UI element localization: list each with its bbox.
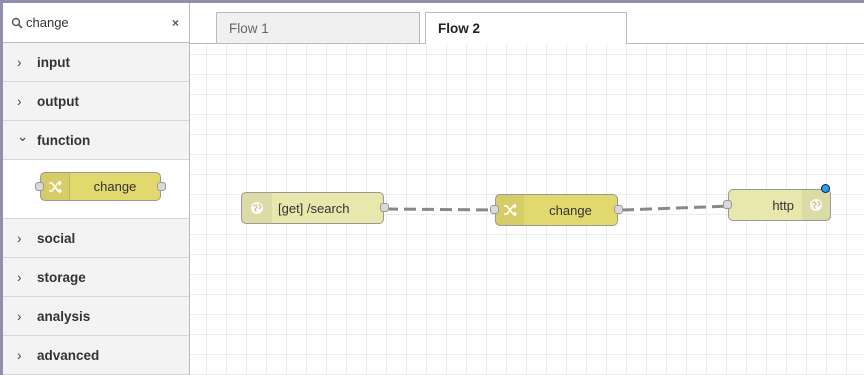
input-port — [35, 181, 44, 191]
category-label: advanced — [37, 347, 100, 363]
globe-icon — [802, 190, 830, 220]
palette-node-change[interactable]: change — [35, 172, 166, 201]
category-label: storage — [37, 269, 86, 285]
chevron-right-icon: › — [17, 93, 22, 109]
category-input[interactable]: › input — [3, 43, 189, 82]
category-label: function — [37, 132, 91, 148]
palette-search: × — [3, 3, 189, 43]
output-port[interactable] — [380, 203, 389, 212]
clear-search-icon[interactable]: × — [172, 16, 179, 30]
chevron-right-icon: › — [17, 269, 22, 285]
palette-sidebar: × › input › output ⌄ function change — [3, 3, 190, 375]
node-label: change — [549, 202, 592, 218]
chevron-down-icon: ⌄ — [17, 129, 29, 144]
category-social[interactable]: › social — [3, 219, 189, 258]
wire[interactable] — [621, 204, 733, 212]
chevron-right-icon: › — [17, 54, 22, 70]
node-label: change — [93, 179, 137, 194]
node-change[interactable]: change — [490, 194, 623, 226]
output-port[interactable] — [614, 205, 623, 214]
output-port — [157, 181, 166, 191]
tab-flow-2[interactable]: Flow 2 — [425, 12, 627, 44]
input-port[interactable] — [723, 200, 732, 209]
category-advanced[interactable]: › advanced — [3, 336, 189, 375]
editor-window: × › input › output ⌄ function change — [0, 0, 864, 375]
chevron-right-icon: › — [17, 308, 22, 324]
category-label: input — [37, 54, 70, 70]
category-output[interactable]: › output — [3, 82, 189, 121]
tab-flow-1[interactable]: Flow 1 — [216, 12, 420, 43]
node-http-in[interactable]: [get] /search — [241, 192, 389, 224]
category-label: analysis — [37, 308, 91, 324]
changed-indicator — [821, 184, 830, 193]
globe-icon — [242, 193, 272, 223]
node-label: http — [772, 197, 794, 213]
tab-label: Flow 1 — [229, 20, 269, 36]
chevron-right-icon: › — [17, 347, 22, 363]
category-function[interactable]: ⌄ function — [3, 121, 189, 160]
category-storage[interactable]: › storage — [3, 258, 189, 297]
shuffle-icon — [41, 173, 70, 200]
category-function-content: change — [3, 160, 189, 219]
category-analysis[interactable]: › analysis — [3, 297, 189, 336]
node-http-response[interactable]: http — [723, 184, 831, 221]
flow-canvas[interactable]: [get] /search change http — [190, 44, 864, 375]
tab-label: Flow 2 — [438, 21, 481, 36]
node-label: [get] /search — [278, 200, 350, 216]
search-input[interactable] — [26, 15, 156, 30]
workspace-tabs: Flow 1 Flow 2 — [190, 3, 864, 44]
chevron-right-icon: › — [17, 230, 22, 246]
category-label: social — [37, 230, 76, 246]
wire[interactable] — [385, 207, 497, 212]
category-label: output — [37, 93, 79, 109]
search-icon — [11, 17, 23, 29]
shuffle-icon — [496, 195, 524, 225]
input-port[interactable] — [490, 205, 499, 214]
